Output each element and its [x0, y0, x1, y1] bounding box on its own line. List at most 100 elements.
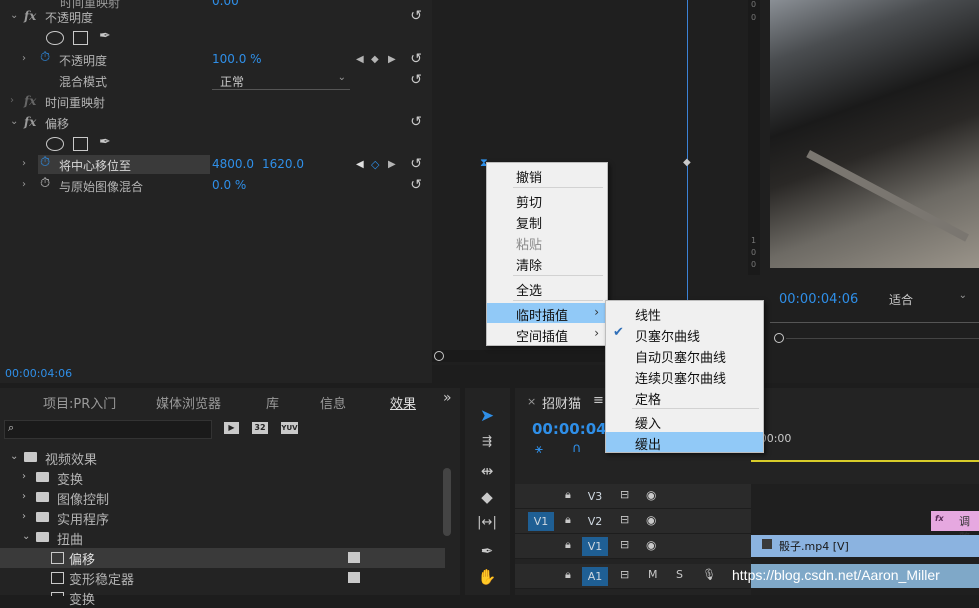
- submenu-item-ease-in[interactable]: 缓入: [606, 411, 763, 432]
- blend-original-row[interactable]: › ⏱ 与原始图像混合 0.0 % ↺: [0, 176, 432, 197]
- panel-overflow-icon[interactable]: »: [443, 390, 452, 406]
- menu-item-clear[interactable]: 清除: [487, 253, 607, 274]
- tree-item-transform[interactable]: › 变换: [0, 468, 445, 488]
- stopwatch-icon[interactable]: ⏱: [40, 176, 50, 191]
- menu-item-cut[interactable]: 剪切: [487, 190, 607, 211]
- solo-button[interactable]: S: [676, 568, 683, 581]
- chevron-down-icon[interactable]: ⌄: [10, 451, 18, 462]
- chevron-right-icon[interactable]: ›: [22, 158, 26, 169]
- reset-icon[interactable]: ↺: [410, 72, 422, 88]
- zoom-handle[interactable]: [434, 351, 444, 361]
- fx-icon[interactable]: fx: [24, 9, 36, 23]
- effects-scrollbar[interactable]: [443, 468, 451, 536]
- time-remap-row[interactable]: › fx 时间重映射: [0, 92, 432, 113]
- monitor-scrollbar[interactable]: [786, 338, 979, 339]
- close-tab-icon[interactable]: ×: [527, 395, 536, 408]
- chevron-down-icon[interactable]: ⌄: [10, 116, 18, 127]
- menu-item-undo[interactable]: 撤销: [487, 165, 607, 186]
- opacity-value[interactable]: 100.0 %: [212, 52, 262, 66]
- chevron-right-icon[interactable]: ›: [22, 471, 26, 482]
- track-v2[interactable]: V1 🔒︎ V2 ⊟ ◉: [515, 509, 751, 534]
- chevron-right-icon[interactable]: ›: [10, 95, 14, 106]
- razor-tool-icon[interactable]: ◆: [475, 488, 499, 510]
- pen-mask-icon[interactable]: ✒: [99, 28, 111, 44]
- ec-timecode[interactable]: 00:00:04:06: [5, 367, 72, 380]
- reset-icon[interactable]: ↺: [410, 156, 422, 172]
- menu-item-paste[interactable]: 粘贴: [487, 232, 607, 253]
- track-label[interactable]: V3: [582, 487, 608, 506]
- reset-icon[interactable]: ↺: [410, 114, 422, 130]
- eye-icon[interactable]: ◉: [646, 513, 656, 527]
- selection-tool-icon[interactable]: ➤: [475, 406, 499, 428]
- sequence-menu-icon[interactable]: ≡: [593, 393, 604, 408]
- blend-mode-select[interactable]: 正常 ⌄: [212, 72, 350, 90]
- menu-item-spatial-interpolation[interactable]: 空间插值 ›: [487, 324, 607, 345]
- menu-item-select-all[interactable]: 全选: [487, 278, 607, 299]
- fit-select[interactable]: 适合 ⌄: [883, 290, 969, 308]
- add-keyframe-icon[interactable]: ◆: [371, 54, 379, 65]
- reset-icon[interactable]: ↺: [410, 8, 422, 24]
- ripple-edit-tool-icon[interactable]: ⇹: [475, 462, 499, 484]
- prev-keyframe-icon[interactable]: ◀: [356, 54, 364, 65]
- lock-icon[interactable]: 🔒︎: [565, 488, 571, 502]
- pen-mask-icon[interactable]: ✒: [99, 134, 111, 150]
- eye-icon[interactable]: ◉: [646, 538, 656, 552]
- rectangle-mask-icon[interactable]: [73, 31, 88, 45]
- chevron-down-icon[interactable]: ⌄: [10, 10, 18, 21]
- effects-search-input[interactable]: ⌕: [4, 420, 212, 439]
- tab-libraries[interactable]: 库: [266, 393, 279, 412]
- chevron-right-icon[interactable]: ›: [22, 511, 26, 522]
- chevron-right-icon[interactable]: ›: [22, 491, 26, 502]
- submenu-item-linear[interactable]: 线性: [606, 303, 763, 324]
- microphone-icon[interactable]: 🎙︎: [702, 568, 716, 581]
- track-label[interactable]: V2: [582, 512, 608, 531]
- rectangle-mask-icon[interactable]: [73, 137, 88, 151]
- zoom-handle[interactable]: [774, 333, 784, 343]
- opacity-param-row[interactable]: › ⏱ 不透明度 100.0 % ◀ ◆ ▶ ↺: [0, 50, 432, 71]
- snap-icon[interactable]: ⚹: [535, 442, 543, 457]
- pen-tool-icon[interactable]: ✒: [475, 542, 499, 564]
- slip-tool-icon[interactable]: |↔|: [475, 515, 499, 537]
- sync-lock-icon[interactable]: ⊟: [620, 568, 629, 581]
- track-v3[interactable]: 🔒︎ V3 ⊟ ◉: [515, 484, 751, 509]
- track-label[interactable]: A1: [582, 567, 608, 586]
- submenu-item-hold[interactable]: 定格: [606, 387, 763, 408]
- eye-icon[interactable]: ◉: [646, 488, 656, 502]
- tree-item-transform-effect[interactable]: 变换: [0, 588, 445, 608]
- tab-info[interactable]: 信息: [320, 393, 346, 412]
- sequence-tab[interactable]: 招财猫: [542, 393, 581, 412]
- blend-original-value[interactable]: 0.0 %: [212, 178, 246, 192]
- chevron-right-icon[interactable]: ›: [22, 53, 26, 64]
- track-label[interactable]: V1: [582, 537, 608, 556]
- prev-keyframe-icon[interactable]: ◀: [356, 159, 364, 170]
- video-frame[interactable]: [770, 0, 979, 268]
- tree-item-offset[interactable]: 偏移: [0, 548, 445, 568]
- sync-lock-icon[interactable]: ⊟: [620, 538, 629, 551]
- chevron-down-icon[interactable]: ⌄: [22, 531, 30, 542]
- submenu-item-ease-out[interactable]: 缓出: [606, 432, 763, 453]
- lock-icon[interactable]: 🔒︎: [565, 568, 571, 582]
- keyframe-diamond-icon[interactable]: ◆: [683, 157, 691, 168]
- shift-center-x[interactable]: 4800.0: [212, 157, 254, 171]
- tree-item-utility[interactable]: › 实用程序: [0, 508, 445, 528]
- opacity-group-header[interactable]: ⌄ fx 不透明度 ↺: [0, 7, 432, 28]
- track-a1[interactable]: 🔒︎ A1 ⊟ M S 🎙︎: [515, 564, 751, 589]
- track-select-tool-icon[interactable]: ⇶: [475, 434, 499, 456]
- sync-lock-icon[interactable]: ⊟: [620, 488, 629, 501]
- source-patch-label[interactable]: V1: [528, 512, 554, 531]
- adjustment-clip[interactable]: fx 调整: [931, 511, 979, 544]
- stopwatch-icon[interactable]: ⏱: [40, 155, 50, 170]
- menu-item-copy[interactable]: 复制: [487, 211, 607, 232]
- mute-button[interactable]: M: [648, 568, 658, 581]
- tree-item-distort[interactable]: ⌄ 扭曲: [0, 528, 445, 548]
- linked-selection-icon[interactable]: ∩: [572, 441, 582, 456]
- reset-icon[interactable]: ↺: [410, 177, 422, 193]
- 32bit-effects-icon[interactable]: 32: [252, 422, 268, 434]
- tree-item-video-effects[interactable]: ⌄ 视频效果: [0, 448, 445, 468]
- submenu-item-continuous-bezier[interactable]: 连续贝塞尔曲线: [606, 366, 763, 387]
- video-clip[interactable]: 骰子.mp4 [V]: [751, 535, 979, 557]
- yuv-effects-icon[interactable]: YUV: [281, 422, 298, 434]
- sync-lock-icon[interactable]: ⊟: [620, 513, 629, 526]
- shift-center-y[interactable]: 1620.0: [262, 157, 304, 171]
- add-keyframe-icon[interactable]: ◇: [371, 158, 379, 171]
